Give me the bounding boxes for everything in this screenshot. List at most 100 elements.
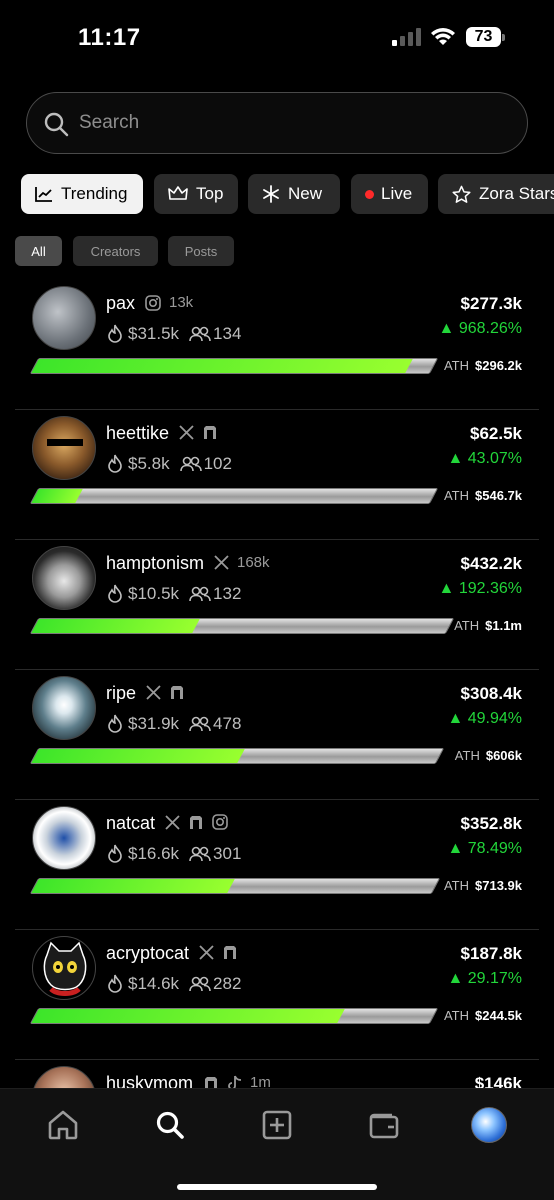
- tiktok-icon[interactable]: [227, 1075, 242, 1089]
- flame-icon: [108, 714, 122, 733]
- tab-live[interactable]: Live: [351, 174, 428, 214]
- nav-search[interactable]: [152, 1107, 188, 1143]
- filter-posts[interactable]: Posts: [168, 236, 234, 266]
- trending-icon: [35, 187, 52, 202]
- ath-value: ATH $713.9k: [443, 878, 522, 893]
- search-input[interactable]: [79, 108, 499, 138]
- nav-profile[interactable]: [471, 1107, 507, 1143]
- price-change: ▲ 43.07%: [447, 450, 522, 467]
- volume: $16.6k: [128, 844, 180, 863]
- tab-top[interactable]: Top: [154, 174, 238, 214]
- x-icon[interactable]: [179, 424, 194, 440]
- coin-name: pax: [106, 293, 136, 313]
- list-item[interactable]: hamptonism 168k $10.5k 132 $432.2k ▲ 192…: [0, 540, 554, 670]
- social-links: [165, 814, 228, 830]
- flame-icon: [108, 584, 122, 603]
- progress-fill: [31, 1009, 346, 1023]
- nav-wallet[interactable]: [366, 1107, 402, 1143]
- asterisk-icon: [263, 185, 279, 203]
- price-change: ▲ 29.17%: [447, 970, 522, 987]
- list-item[interactable]: acryptocat $14.6k 282 $187.8k ▲ 29.17% A…: [0, 930, 554, 1060]
- tab-trending[interactable]: Trending: [21, 174, 143, 214]
- status-bar: 11:17 73: [0, 0, 554, 80]
- avatar: [32, 286, 96, 350]
- list-item[interactable]: ripe $31.9k 478 $308.4k ▲ 49.94% ATH $606…: [0, 670, 554, 800]
- zora-icon[interactable]: [188, 814, 204, 830]
- nav-home[interactable]: [45, 1107, 81, 1143]
- search-bar[interactable]: [26, 92, 528, 154]
- x-icon[interactable]: [146, 684, 161, 700]
- ath-value: ATH $244.5k: [443, 1008, 522, 1023]
- zora-icon[interactable]: [202, 424, 218, 440]
- ath-progress-bar: [29, 618, 455, 634]
- price: $352.8k: [460, 814, 522, 833]
- social-links: [146, 684, 185, 700]
- zora-icon[interactable]: [169, 684, 185, 700]
- filter-creators[interactable]: Creators: [73, 236, 158, 266]
- ath-progress-bar: [29, 1008, 439, 1024]
- list-item[interactable]: natcat $16.6k 301 $352.8k ▲ 78.49% ATH $7…: [0, 800, 554, 930]
- home-icon: [48, 1110, 78, 1140]
- nav-create[interactable]: [259, 1107, 295, 1143]
- holders-icon: [189, 846, 211, 862]
- filter-label: All: [31, 243, 46, 259]
- tab-new[interactable]: New: [248, 174, 340, 214]
- avatar: [32, 416, 96, 480]
- wifi-icon: [431, 28, 455, 45]
- coin-stats: $31.9k 478: [106, 714, 241, 734]
- price: $432.2k: [460, 554, 522, 573]
- crown-icon: [168, 186, 188, 200]
- ath-progress-bar: [29, 748, 445, 764]
- progress-fill: [31, 489, 83, 503]
- avatar: [32, 1066, 96, 1088]
- x-icon[interactable]: [199, 944, 214, 960]
- ath-value: ATH $1.1m: [454, 618, 522, 633]
- ath-value: ATH $296.2k: [443, 358, 522, 373]
- volume: $31.5k: [128, 324, 180, 343]
- price: $146k: [474, 1074, 522, 1088]
- coin-stats: $16.6k 301: [106, 844, 241, 864]
- wallet-icon: [369, 1113, 399, 1139]
- coin-stats: $10.5k 132: [106, 584, 241, 604]
- list-item[interactable]: heettike $5.8k 102 $62.5k ▲ 43.07% ATH $5…: [0, 410, 554, 540]
- flame-icon: [108, 324, 122, 343]
- price-change: ▲ 192.36%: [438, 580, 522, 597]
- ath-progress-bar: [29, 358, 439, 374]
- holders: 134: [213, 324, 242, 343]
- tab-label: Trending: [61, 184, 128, 203]
- avatar: [32, 936, 96, 1000]
- instagram-icon[interactable]: [212, 814, 228, 830]
- filter-all[interactable]: All: [15, 236, 62, 266]
- avatar: [32, 806, 96, 870]
- battery-level: 73: [474, 28, 493, 45]
- holders: 132: [213, 584, 242, 603]
- flame-icon: [108, 454, 122, 473]
- price-change: ▲ 78.49%: [447, 840, 522, 857]
- holders-icon: [189, 976, 211, 992]
- ath-value: ATH $546.7k: [443, 488, 522, 503]
- holders-icon: [189, 586, 211, 602]
- holders-icon: [179, 456, 202, 472]
- coin-stats: $5.8k 102: [106, 454, 232, 474]
- flame-icon: [108, 974, 122, 993]
- x-icon[interactable]: [165, 814, 180, 830]
- list-item[interactable]: huskymom 1m $146k: [0, 1060, 554, 1088]
- avatar-icon: [471, 1107, 507, 1143]
- zora-icon[interactable]: [222, 944, 238, 960]
- social-links: 168k: [214, 554, 270, 571]
- volume: $31.9k: [128, 714, 180, 733]
- coin-name: acryptocat: [106, 943, 190, 963]
- instagram-icon[interactable]: [145, 294, 161, 311]
- tab-label: New: [288, 184, 323, 203]
- search-icon: [156, 1111, 184, 1139]
- battery-indicator: 73: [466, 27, 506, 47]
- list-item[interactable]: pax 13k $31.5k 134 $277.3k ▲ 968.26% ATH…: [0, 280, 554, 410]
- zora-icon[interactable]: [203, 1075, 219, 1089]
- price: $187.8k: [460, 944, 522, 963]
- social-links: [179, 424, 218, 440]
- ath-value: ATH $606k: [454, 748, 522, 763]
- progress-fill: [31, 879, 235, 893]
- cellular-signal-icon: [392, 28, 421, 46]
- x-icon[interactable]: [214, 555, 229, 570]
- tab-zora-stars[interactable]: Zora Stars: [438, 174, 554, 214]
